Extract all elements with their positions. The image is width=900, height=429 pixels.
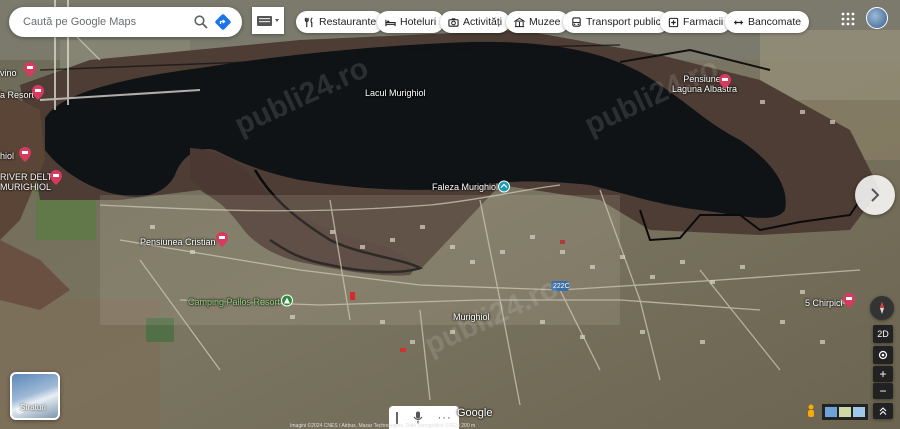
compass-icon <box>880 302 884 314</box>
chevron-right-icon <box>871 188 880 202</box>
input-tools-button[interactable] <box>252 7 284 34</box>
expand-button[interactable] <box>873 403 893 419</box>
filter-hoteluri[interactable]: Hoteluri <box>377 11 445 33</box>
faleza-label: Faleza Murighiol <box>432 182 499 192</box>
vino-label: vino <box>0 68 17 78</box>
more-options-icon[interactable]: ··· <box>438 412 452 424</box>
murighiol-left-label: hiol <box>0 151 15 161</box>
thumbnail[interactable] <box>853 407 865 417</box>
camping-pin-icon[interactable] <box>281 293 293 308</box>
filter-activitati[interactable]: Activități <box>440 11 511 33</box>
hotel-pin-icon[interactable] <box>24 62 36 77</box>
imagery-thumbnails[interactable] <box>822 404 868 420</box>
pensiunea-cristian-label: Pensiunea Cristian <box>140 237 216 247</box>
filter-muzee[interactable]: Muzee <box>506 11 569 33</box>
filter-farmacii[interactable]: Farmacii <box>660 11 732 33</box>
chirpici-label: 5 Chirpici <box>805 298 843 308</box>
zoom-in-button[interactable]: + <box>873 366 893 382</box>
attribution-text: Imagini ©2024 CNES / Airbus, Maxar Techn… <box>290 423 476 429</box>
filter-label: Transport public <box>586 16 661 28</box>
resort-label: a Resort <box>0 90 35 100</box>
fork-knife-icon <box>304 17 313 27</box>
search-box[interactable] <box>9 7 242 37</box>
search-input[interactable] <box>23 16 190 28</box>
search-icon[interactable] <box>190 11 212 33</box>
chevron-up-icon <box>879 407 887 415</box>
hotel-pin-icon[interactable] <box>216 232 228 247</box>
filter-label: Bancomate <box>748 16 802 28</box>
lake-label: Lacul Murighiol <box>365 88 426 98</box>
camera-icon <box>448 17 459 27</box>
road-label: 222C <box>553 283 570 290</box>
satellite-imagery[interactable] <box>0 0 900 429</box>
hotel-pin-icon[interactable] <box>32 85 44 100</box>
town-label: Murighiol <box>453 312 490 322</box>
apps-grid-icon[interactable] <box>841 12 855 26</box>
mode-2d-button[interactable]: 2D <box>873 325 893 343</box>
filter-label: Hoteluri <box>400 16 437 28</box>
directions-icon[interactable] <box>212 11 234 33</box>
filter-label: Restaurante <box>319 16 377 28</box>
avatar[interactable] <box>866 7 888 29</box>
atm-icon <box>733 20 744 24</box>
filter-label: Muzee <box>529 16 561 28</box>
zoom-out-button[interactable]: − <box>873 383 893 399</box>
next-arrow-button[interactable] <box>855 175 895 215</box>
divider <box>396 411 399 424</box>
camping-label: Camping Pallos Resort <box>188 297 281 307</box>
museum-icon <box>514 17 525 27</box>
hotel-pin-icon[interactable] <box>50 170 62 185</box>
map-view[interactable]: publi24.ro publi24.ro publi24.ro Lacul M… <box>0 0 900 429</box>
bus-icon <box>572 16 581 27</box>
hotel-pin-icon[interactable] <box>719 74 731 89</box>
filter-label: Activități <box>463 16 503 28</box>
my-location-button[interactable] <box>873 346 893 364</box>
filter-restaurante[interactable]: Restaurante <box>296 11 385 33</box>
thumbnail[interactable] <box>825 407 837 417</box>
filter-label: Farmacii <box>683 16 724 28</box>
bed-icon <box>385 19 396 26</box>
thumbnail[interactable] <box>839 407 851 417</box>
street-view-pegman-icon[interactable] <box>805 404 817 420</box>
pharmacy-icon <box>668 17 679 27</box>
filter-transport-public[interactable]: Transport public <box>563 11 669 33</box>
poi-pin-icon[interactable] <box>498 179 510 194</box>
google-logo: Google <box>457 407 493 419</box>
location-target-icon <box>878 350 888 360</box>
keyboard-icon <box>257 15 279 26</box>
layers-label: Straturi <box>15 403 46 415</box>
hotel-pin-icon[interactable] <box>843 293 855 308</box>
filter-bancomate[interactable]: Bancomate <box>725 11 810 33</box>
layers-button[interactable]: Straturi <box>10 372 60 420</box>
hotel-pin-icon[interactable] <box>19 147 31 162</box>
compass-button[interactable] <box>870 296 894 320</box>
